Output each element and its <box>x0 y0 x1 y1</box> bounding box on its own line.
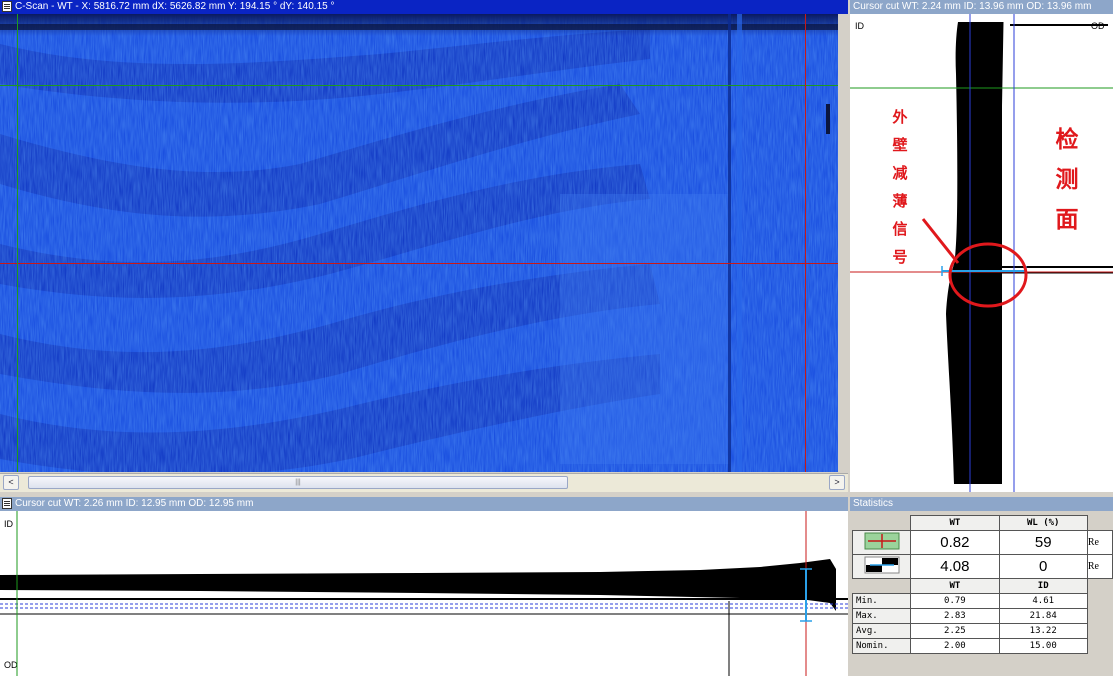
ref-button[interactable]: Re <box>1086 530 1113 555</box>
ref-button[interactable]: Re <box>1086 554 1113 579</box>
annotation-char: 外 <box>892 108 908 126</box>
ref-wt-value: 4.08 <box>910 554 1000 579</box>
reference-marker-icon[interactable] <box>864 556 900 574</box>
table-row: Avg. 2.25 13.22 <box>851 623 1113 639</box>
cscan-titlebar[interactable]: C-Scan - WT - X: 5816.72 mm dX: 5626.82 … <box>0 0 848 14</box>
document-icon[interactable] <box>2 1 12 12</box>
statistics-title: Statistics <box>853 498 894 509</box>
table-row: Min. 0.79 4.61 <box>851 593 1113 609</box>
annotation-char: 薄 <box>892 192 908 210</box>
cscan-image[interactable] <box>0 14 846 472</box>
min-wt: 0.79 <box>910 593 1000 609</box>
cursor-cut-right-title: Cursor cut WT: 2.24 mm ID: 13.96 mm OD: … <box>853 1 1092 12</box>
avg-wt: 2.25 <box>910 623 1000 639</box>
row-label-max: Max. <box>851 608 912 624</box>
header-wt: WT <box>910 515 1000 531</box>
max-wt: 2.83 <box>910 608 1000 624</box>
cursor-wl-value: 59 <box>998 530 1088 555</box>
annotation-char: 检 <box>1055 127 1079 153</box>
cscan-title: C-Scan - WT - X: 5816.72 mm dX: 5626.82 … <box>15 1 335 12</box>
cursor-cut-bottom-panel[interactable]: Cursor cut WT: 2.26 mm ID: 12.95 mm OD: … <box>0 497 848 676</box>
cscan-panel[interactable]: C-Scan - WT - X: 5816.72 mm dX: 5626.82 … <box>0 0 848 492</box>
row-label-nomin: Nomin. <box>851 638 912 654</box>
annotation-char: 壁 <box>892 136 908 154</box>
cursor-cut-right-panel[interactable]: Cursor cut WT: 2.24 mm ID: 13.96 mm OD: … <box>850 0 1113 492</box>
table-header-id: ID <box>998 578 1088 594</box>
statistics-panel[interactable]: Statistics WT WL (%) 0.82 59 Re 4.08 0 R… <box>850 497 1113 676</box>
annotation-char: 号 <box>892 248 908 266</box>
nomin-id: 15.00 <box>998 638 1088 654</box>
row-label-avg: Avg. <box>851 623 912 639</box>
avg-id: 13.22 <box>998 623 1088 639</box>
cscan-cursor-vertical-red[interactable] <box>805 14 806 472</box>
document-icon[interactable] <box>2 498 12 509</box>
cscan-heatmap <box>0 14 846 472</box>
annotation-char: 面 <box>1055 207 1079 233</box>
header-wl: WL (%) <box>998 515 1088 531</box>
min-id: 4.61 <box>998 593 1088 609</box>
cursor-crosshair-icon[interactable] <box>864 532 900 550</box>
cursor-cut-right-titlebar[interactable]: Cursor cut WT: 2.24 mm ID: 13.96 mm OD: … <box>850 0 1113 14</box>
bottom-profile-plot <box>0 511 848 676</box>
nomin-wt: 2.00 <box>910 638 1000 654</box>
statistics-titlebar[interactable]: Statistics <box>850 497 1113 511</box>
cscan-cursor-horizontal-green[interactable] <box>0 85 838 86</box>
scroll-right-button[interactable]: > <box>829 475 845 490</box>
annotation-char: 测 <box>1055 167 1079 193</box>
cursor-cut-bottom-title: Cursor cut WT: 2.26 mm ID: 12.95 mm OD: … <box>15 498 254 509</box>
row-label-min: Min. <box>851 593 912 609</box>
cscan-cursor-vertical-green[interactable] <box>17 14 18 472</box>
cursor-row-header <box>851 530 912 555</box>
ref-row-header <box>851 554 912 579</box>
scroll-left-button[interactable]: < <box>3 475 19 490</box>
table-row: Max. 2.83 21.84 <box>851 608 1113 624</box>
max-id: 21.84 <box>998 608 1088 624</box>
table-row: Nomin. 2.00 15.00 <box>851 638 1113 654</box>
cursor-cut-bottom-titlebar[interactable]: Cursor cut WT: 2.26 mm ID: 12.95 mm OD: … <box>0 497 848 511</box>
table-header-wt: WT <box>910 578 1000 594</box>
cscan-cursor-horizontal-red[interactable] <box>0 263 838 264</box>
cscan-horizontal-scrollbar[interactable]: < ||| > <box>0 473 848 492</box>
ref-wl-value: 0 <box>998 554 1088 579</box>
annotation-char: 信 <box>892 220 908 238</box>
statistics-top-table: WT WL (%) 0.82 59 Re 4.08 0 Re WT ID Min… <box>851 515 1113 654</box>
annotation-char: 减 <box>892 164 908 182</box>
cursor-wt-value: 0.82 <box>910 530 1000 555</box>
scroll-thumb[interactable]: ||| <box>28 476 568 489</box>
